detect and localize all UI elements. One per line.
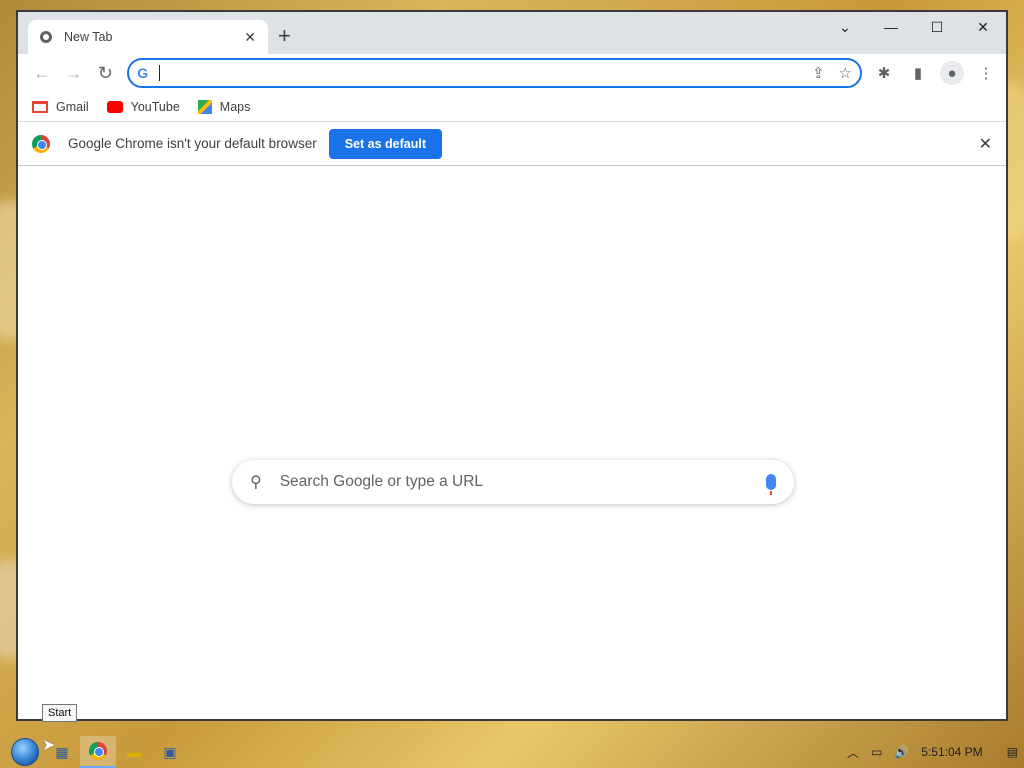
- search-icon: ⚲: [250, 474, 262, 491]
- extensions-puzzle-icon[interactable]: ✱: [872, 61, 896, 85]
- taskbar: ▦ ▬ ▣ ︿ ▭ 🔊 5:51:04 PM ▤: [0, 736, 1024, 768]
- back-arrow-icon[interactable]: ←: [26, 57, 58, 89]
- bookmark-label: Maps: [219, 99, 251, 114]
- infobar-close-icon[interactable]: ✕: [979, 134, 992, 154]
- minimize-button[interactable]: —: [868, 12, 914, 42]
- search-placeholder: Search Google or type a URL: [279, 473, 484, 490]
- tab-new-tab[interactable]: New Tab ✕: [28, 20, 268, 54]
- bookmark-maps[interactable]: Maps: [197, 99, 251, 114]
- toolbar: ← → ↻ G ⇪ ☆ ✱ ▮ ● ⋮: [18, 54, 1006, 92]
- window-controls: ⌄ — ☐ ✕: [822, 12, 1006, 42]
- bookmark-star-icon[interactable]: ☆: [839, 64, 852, 82]
- chrome-favicon-icon: [40, 31, 52, 43]
- chrome-logo-icon: [32, 134, 50, 153]
- microphone-icon[interactable]: [766, 474, 776, 495]
- bookmark-label: YouTube: [130, 99, 180, 114]
- default-browser-infobar: Google Chrome isn't your default browser…: [18, 122, 1006, 166]
- maximize-button[interactable]: ☐: [914, 12, 960, 42]
- address-bar[interactable]: G ⇪ ☆: [127, 58, 862, 88]
- google-g-icon: G: [137, 65, 149, 81]
- tab-title: New Tab: [64, 30, 113, 44]
- chrome-logo-icon: [89, 742, 107, 760]
- start-tooltip: Start: [42, 704, 78, 722]
- tab-search-dropdown-icon[interactable]: ⌄: [822, 12, 868, 42]
- side-panel-icon[interactable]: ▮: [906, 61, 930, 85]
- bookmark-gmail[interactable]: Gmail: [32, 100, 89, 114]
- tab-close-icon[interactable]: ✕: [244, 29, 256, 46]
- volume-icon[interactable]: 🔊: [894, 745, 909, 759]
- bookmarks-bar: Gmail YouTube Maps: [18, 92, 1006, 122]
- youtube-icon: [106, 100, 123, 113]
- new-tab-page: ⚲ Search Google or type a URL: [18, 166, 1006, 719]
- omnibox-actions: ⇪ ☆: [812, 64, 852, 82]
- chrome-window: New Tab ✕ + ⌄ — ☐ ✕ ← → ↻ G ⇪ ☆ ✱ ▮ ● ⋮: [16, 10, 1008, 721]
- close-window-button[interactable]: ✕: [960, 12, 1006, 42]
- maps-icon: [197, 99, 212, 114]
- taskbar-chrome-icon[interactable]: [80, 736, 116, 768]
- start-button[interactable]: [6, 736, 44, 768]
- share-icon[interactable]: ⇪: [812, 64, 825, 82]
- system-tray: ︿ ▭ 🔊 5:51:04 PM ▤: [847, 744, 1018, 761]
- forward-arrow-icon[interactable]: →: [58, 57, 90, 89]
- tab-strip: New Tab ✕ + ⌄ — ☐ ✕: [18, 12, 1006, 54]
- bookmark-label: Gmail: [56, 99, 89, 114]
- tray-chevron-up-icon[interactable]: ︿: [847, 744, 859, 761]
- clock[interactable]: 5:51:04 PM: [921, 745, 982, 759]
- toolbar-right: ✱ ▮ ● ⋮: [872, 61, 998, 85]
- notifications-icon[interactable]: ▤: [1007, 745, 1018, 759]
- set-as-default-button[interactable]: Set as default: [328, 128, 442, 159]
- text-caret: [159, 65, 161, 81]
- gmail-icon: [32, 100, 48, 113]
- new-tab-button[interactable]: +: [278, 25, 291, 47]
- menu-kebab-icon[interactable]: ⋮: [974, 61, 998, 85]
- file-explorer-icon[interactable]: ▬: [116, 736, 152, 768]
- mouse-cursor-icon: ➤: [42, 737, 56, 754]
- profile-avatar-icon[interactable]: ●: [940, 61, 964, 85]
- windows-orb-icon: [11, 738, 39, 766]
- infobar-message: Google Chrome isn't your default browser: [68, 136, 317, 151]
- store-icon[interactable]: ▣: [152, 736, 188, 768]
- ntp-search-box[interactable]: ⚲ Search Google or type a URL: [232, 460, 794, 504]
- reload-icon[interactable]: ↻: [90, 57, 122, 89]
- bookmark-youtube[interactable]: YouTube: [106, 99, 180, 114]
- network-icon[interactable]: ▭: [871, 745, 882, 759]
